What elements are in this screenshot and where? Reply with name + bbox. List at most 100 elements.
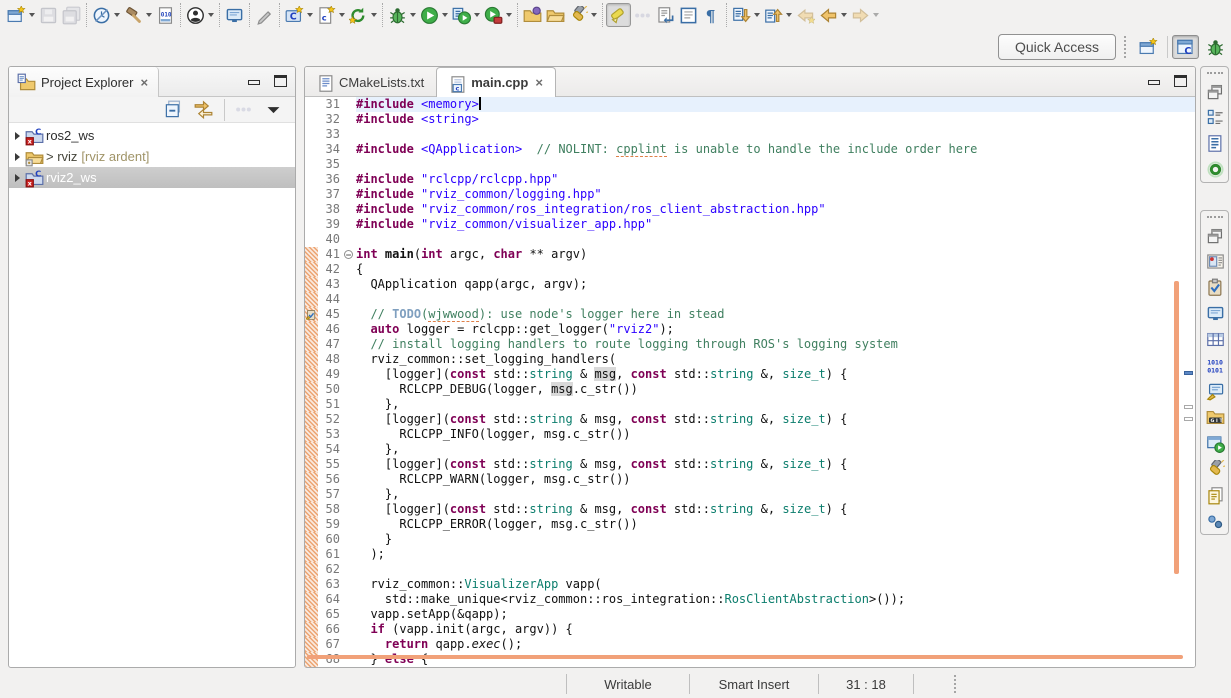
external-tools-button[interactable] xyxy=(450,3,482,27)
clock-button[interactable] xyxy=(90,3,122,27)
folding-ruler[interactable] xyxy=(343,352,356,367)
maximize-button[interactable] xyxy=(1174,75,1187,87)
new-wizard-button[interactable] xyxy=(5,3,37,27)
next-annotation-button[interactable] xyxy=(730,3,762,27)
code-line[interactable]: 60 } xyxy=(305,532,1195,547)
folding-ruler[interactable] xyxy=(343,367,356,382)
trim-drag-handle[interactable] xyxy=(1207,216,1223,218)
dropdown-arrow-icon[interactable] xyxy=(506,13,512,17)
code-line[interactable]: 63 rviz_common::VisualizerApp vapp( xyxy=(305,577,1195,592)
collapse-all-button[interactable] xyxy=(162,98,185,122)
quickdiff-changed-ruler[interactable] xyxy=(305,487,318,502)
vertical-scrollbar[interactable] xyxy=(1174,281,1179,574)
quickdiff-changed-ruler[interactable] xyxy=(305,262,318,277)
folding-ruler[interactable] xyxy=(343,622,356,637)
format-source-button[interactable] xyxy=(654,3,677,27)
annotation-ruler[interactable] xyxy=(305,97,318,112)
close-icon[interactable]: × xyxy=(140,75,148,90)
profile-button[interactable] xyxy=(482,3,514,27)
code-line[interactable]: 35 xyxy=(305,157,1195,172)
quickdiff-changed-ruler[interactable] xyxy=(305,247,318,262)
quick-access-button[interactable]: Quick Access xyxy=(998,34,1116,60)
code-line[interactable]: 56 RCLCPP_WARN(logger, msg.c_str()) xyxy=(305,472,1195,487)
new-c-file-button[interactable]: c xyxy=(315,3,347,27)
user-profile-button[interactable] xyxy=(184,3,216,27)
expand-arrow-icon[interactable] xyxy=(15,132,20,140)
horizontal-scrollbar[interactable] xyxy=(307,655,1183,659)
folding-ruler[interactable] xyxy=(343,442,356,457)
folding-ruler[interactable] xyxy=(343,142,356,157)
open-perspective-button[interactable] xyxy=(1136,35,1161,59)
dropdown-arrow-icon[interactable] xyxy=(873,13,879,17)
code-line[interactable]: 58 [logger](const std::string & msg, con… xyxy=(305,502,1195,517)
console-view-icon[interactable] xyxy=(1206,304,1224,322)
quickdiff-changed-ruler[interactable] xyxy=(305,637,318,652)
folding-ruler[interactable] xyxy=(343,157,356,172)
overview-marker-occurrence[interactable] xyxy=(1184,371,1193,375)
quickdiff-changed-ruler[interactable] xyxy=(305,607,318,622)
console-button[interactable] xyxy=(223,3,246,27)
code-line[interactable]: 62 xyxy=(305,562,1195,577)
folding-ruler[interactable] xyxy=(343,262,356,277)
code-line[interactable]: 65 vapp.setApp(&qapp); xyxy=(305,607,1195,622)
folding-ruler[interactable] xyxy=(343,97,356,112)
quickdiff-changed-ruler[interactable] xyxy=(305,472,318,487)
block-selection-button[interactable] xyxy=(677,3,700,27)
new-generic-project-button[interactable] xyxy=(347,3,379,27)
maximize-button[interactable] xyxy=(274,75,287,87)
quickdiff-changed-ruler[interactable] xyxy=(305,622,318,637)
folding-ruler[interactable] xyxy=(343,187,356,202)
dropdown-arrow-icon[interactable] xyxy=(474,13,480,17)
dropdown-arrow-icon[interactable] xyxy=(371,13,377,17)
folding-ruler[interactable] xyxy=(343,217,356,232)
git-repositories-view-icon[interactable]: G I T xyxy=(1206,408,1224,426)
quickdiff-changed-ruler[interactable] xyxy=(305,517,318,532)
previous-annotation-button[interactable] xyxy=(762,3,794,27)
properties-view-icon[interactable] xyxy=(1206,330,1224,348)
code-line[interactable]: 57 }, xyxy=(305,487,1195,502)
dropdown-arrow-icon[interactable] xyxy=(339,13,345,17)
code-line[interactable]: 51 }, xyxy=(305,397,1195,412)
annotation-ruler[interactable] xyxy=(305,127,318,142)
folding-ruler[interactable] xyxy=(343,577,356,592)
overview-marker[interactable] xyxy=(1184,417,1193,421)
code-line[interactable]: 36#include "rclcpp/rclcpp.hpp" xyxy=(305,172,1195,187)
folding-ruler[interactable] xyxy=(343,322,356,337)
collapse-icon[interactable]: – xyxy=(344,250,353,259)
open-resource-button[interactable] xyxy=(544,3,567,27)
folding-ruler[interactable] xyxy=(343,202,356,217)
link-with-editor-button[interactable] xyxy=(192,98,215,122)
code-line[interactable]: 33 xyxy=(305,127,1195,142)
cpp-perspective-button[interactable]: C xyxy=(1172,35,1199,59)
folding-ruler[interactable] xyxy=(343,637,356,652)
code-line[interactable]: 44 xyxy=(305,292,1195,307)
tree-item-rviz2-ws[interactable]: Cxrviz2_ws xyxy=(9,167,295,188)
code-line[interactable]: 61 ); xyxy=(305,547,1195,562)
code-line[interactable]: 46 auto logger = rclcpp::get_logger("rvi… xyxy=(305,322,1195,337)
restore-views-icon[interactable] xyxy=(1206,226,1224,244)
code-line[interactable]: 59 RCLCPP_ERROR(logger, msg.c_str()) xyxy=(305,517,1195,532)
debug-perspective-button[interactable] xyxy=(1203,35,1228,59)
tree-item-rviz[interactable]: > rviz[rviz ardent] xyxy=(9,146,295,167)
dropdown-arrow-icon[interactable] xyxy=(29,13,35,17)
progress-view-icon[interactable] xyxy=(1206,434,1224,452)
code-line[interactable]: 45 // TODO(wjwwood): use node's logger h… xyxy=(305,307,1195,322)
open-type-button[interactable] xyxy=(521,3,544,27)
quickdiff-changed-ruler[interactable] xyxy=(305,382,318,397)
dropdown-arrow-icon[interactable] xyxy=(591,13,597,17)
search-view-icon[interactable] xyxy=(1206,460,1224,478)
history-view-icon[interactable] xyxy=(1206,486,1224,504)
dropdown-arrow-icon[interactable] xyxy=(841,13,847,17)
quickdiff-changed-ruler[interactable] xyxy=(305,457,318,472)
annotation-ruler[interactable] xyxy=(305,232,318,247)
code-line[interactable]: 54 }, xyxy=(305,442,1195,457)
folding-ruler[interactable] xyxy=(343,562,356,577)
folding-ruler[interactable] xyxy=(343,592,356,607)
folding-ruler[interactable] xyxy=(343,487,356,502)
expand-arrow-icon[interactable] xyxy=(15,174,20,182)
dropdown-arrow-icon[interactable] xyxy=(786,13,792,17)
quickdiff-changed-ruler[interactable] xyxy=(305,292,318,307)
code-line[interactable]: 31#include <memory> xyxy=(305,97,1195,112)
annotation-ruler[interactable] xyxy=(305,142,318,157)
pencil-button[interactable] xyxy=(253,3,276,27)
